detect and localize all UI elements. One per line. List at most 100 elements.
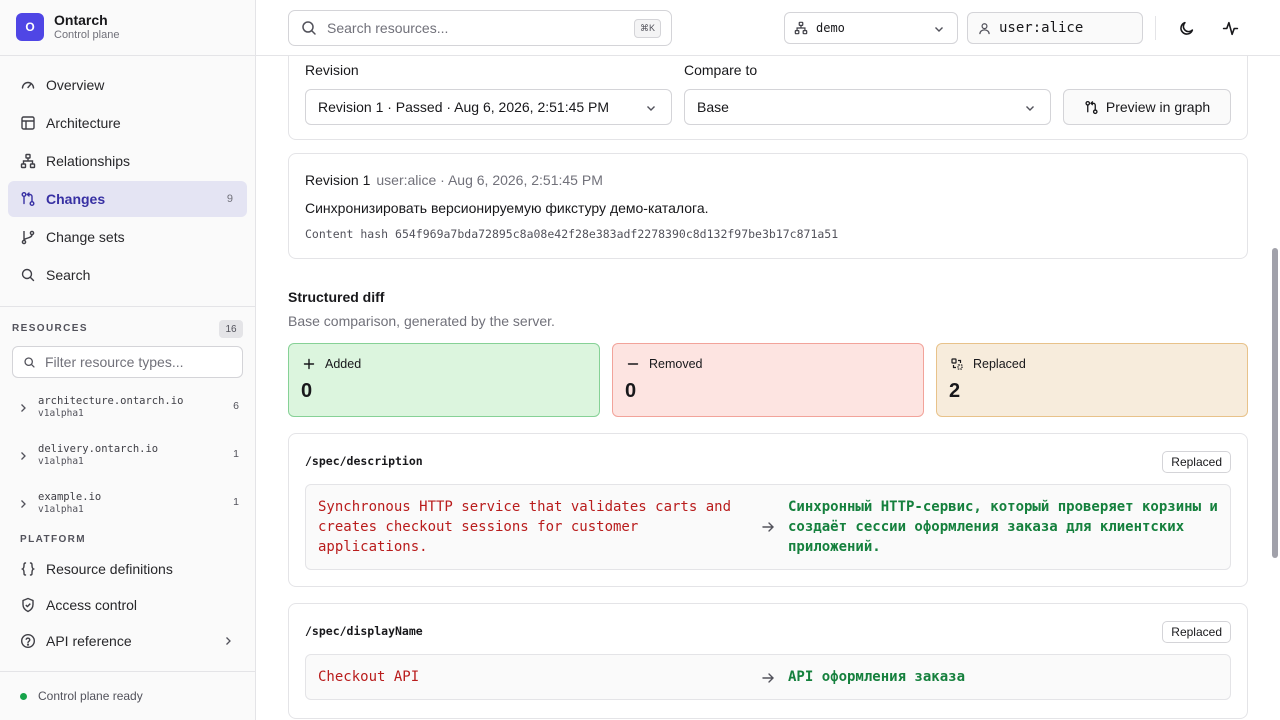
diff-old-value: Checkout API bbox=[318, 669, 420, 685]
platform-heading: PLATFORM bbox=[20, 534, 87, 545]
compare-to-label: Compare to bbox=[684, 62, 758, 78]
replaced-value: 2 bbox=[949, 380, 961, 402]
removed-label: Removed bbox=[649, 357, 703, 371]
revision-message: Синхронизировать версионируемую фикстуру… bbox=[305, 200, 709, 216]
main-scrollbar[interactable] bbox=[1272, 248, 1278, 558]
chevron-right-icon bbox=[21, 500, 26, 508]
chevron-down-icon bbox=[647, 106, 655, 111]
replaced-stat: Replaced 2 bbox=[936, 343, 1248, 417]
search-box[interactable]: ⌘K bbox=[288, 10, 672, 46]
revision-select[interactable]: Revision 1 · Passed · Aug 6, 2026, 2:51:… bbox=[305, 89, 672, 125]
resource-group-architecture[interactable]: architecture.ontarch.io v1alpha1 6 bbox=[12, 390, 243, 430]
search-icon bbox=[24, 356, 35, 368]
removed-value: 0 bbox=[625, 380, 637, 402]
preview-in-graph-button[interactable]: Preview in graph bbox=[1063, 89, 1231, 125]
sidebar: O Ontarch Control plane Overview Archite… bbox=[0, 0, 256, 720]
resource-group-example[interactable]: example.io v1alpha1 1 bbox=[12, 486, 243, 526]
replace-icon bbox=[951, 358, 963, 370]
chevron-right-icon bbox=[21, 452, 26, 460]
context-select[interactable]: demo bbox=[784, 12, 958, 44]
sidebar-divider bbox=[0, 55, 255, 56]
chevron-down-icon bbox=[1026, 106, 1034, 111]
added-label: Added bbox=[325, 357, 362, 371]
resource-group-delivery[interactable]: delivery.ontarch.io v1alpha1 1 bbox=[12, 438, 243, 478]
status-text: Control plane ready bbox=[38, 689, 143, 703]
search-input[interactable] bbox=[327, 20, 617, 36]
diff-new-value: API оформления заказа bbox=[788, 669, 966, 685]
structured-diff-subtitle: Base comparison, generated by the server… bbox=[288, 313, 555, 329]
resource-group-name: example.io bbox=[38, 491, 102, 503]
nav-item-change-sets[interactable]: Change sets bbox=[8, 219, 247, 255]
gauge-icon bbox=[21, 81, 35, 89]
top-bar: ⌘K demo user:alice bbox=[256, 0, 1280, 56]
nav-item-relationships[interactable]: Relationships bbox=[8, 143, 247, 179]
theme-toggle-button[interactable] bbox=[1172, 14, 1200, 42]
diff-values: Synchronous HTTP service that validates … bbox=[305, 484, 1231, 570]
user-field[interactable]: user:alice bbox=[967, 12, 1143, 44]
nav-item-resource-definitions[interactable]: Resource definitions bbox=[8, 551, 247, 587]
structured-diff-title: Structured diff bbox=[288, 289, 385, 305]
minus-icon bbox=[627, 363, 639, 365]
brand[interactable]: O Ontarch Control plane bbox=[16, 12, 119, 42]
revision-label: Revision bbox=[305, 62, 359, 78]
removed-stat-head: Removed bbox=[627, 357, 703, 371]
diff-old-value: Synchronous HTTP service that validates … bbox=[318, 499, 732, 555]
resource-group-name: delivery.ontarch.io bbox=[38, 443, 159, 455]
git-compare-icon bbox=[21, 192, 35, 206]
resource-group-version: v1alpha1 bbox=[38, 456, 84, 467]
git-compare-icon bbox=[1085, 100, 1098, 114]
nav-item-api-reference[interactable]: API reference bbox=[8, 623, 247, 659]
filter-resource-types-input[interactable] bbox=[45, 354, 235, 370]
filter-resource-types[interactable] bbox=[12, 346, 243, 378]
sidebar-divider bbox=[0, 306, 255, 307]
nav-item-access-control[interactable]: Access control bbox=[8, 587, 247, 623]
topbar-separator bbox=[1155, 16, 1156, 40]
nav-label: Resource definitions bbox=[46, 561, 173, 577]
resource-group-version: v1alpha1 bbox=[38, 504, 84, 515]
resource-group-count: 1 bbox=[233, 496, 239, 508]
chevron-right-icon bbox=[21, 404, 26, 412]
resource-group-version: v1alpha1 bbox=[38, 408, 84, 419]
replaced-label: Replaced bbox=[973, 357, 1026, 371]
compare-select-value: Base bbox=[697, 99, 729, 115]
main-nav: Overview Architecture Relationships Chan… bbox=[8, 67, 247, 295]
main-content: Revision Revision 1 · Passed · Aug 6, 20… bbox=[256, 56, 1268, 720]
diff-path: /spec/displayName bbox=[305, 624, 423, 638]
revision-title: Revision 1 bbox=[305, 172, 371, 188]
diff-kind-badge: Replaced bbox=[1162, 621, 1231, 643]
nav-item-search[interactable]: Search bbox=[8, 257, 247, 293]
resources-count-badge: 16 bbox=[219, 320, 243, 338]
search-icon bbox=[21, 268, 35, 282]
revision-select-value: Revision 1 · Passed · Aug 6, 2026, 2:51:… bbox=[318, 99, 610, 115]
nav-label: Search bbox=[46, 267, 91, 283]
git-branch-icon bbox=[21, 230, 35, 245]
nav-label: Relationships bbox=[46, 153, 131, 169]
compare-to-select[interactable]: Base bbox=[684, 89, 1051, 125]
status-dot bbox=[20, 692, 27, 700]
revision-details-card: Revision 1 user:alice · Aug 6, 2026, 2:51… bbox=[288, 153, 1248, 259]
replaced-stat-head: Replaced bbox=[951, 357, 1026, 371]
activity-button[interactable] bbox=[1216, 14, 1244, 42]
nav-item-overview[interactable]: Overview bbox=[8, 67, 247, 103]
brand-name: Ontarch bbox=[54, 12, 108, 28]
nav-item-changes[interactable]: Changes 9 bbox=[8, 181, 247, 217]
content-hash-label: Content hash bbox=[305, 227, 389, 241]
nav-item-architecture[interactable]: Architecture bbox=[8, 105, 247, 141]
revision-meta: user:alice · Aug 6, 2026, 2:51:45 PM bbox=[376, 172, 603, 188]
nav-label: Access control bbox=[46, 597, 138, 613]
chevron-down-icon bbox=[935, 27, 943, 32]
revision-title-row: Revision 1 user:alice · Aug 6, 2026, 2:51… bbox=[305, 172, 603, 188]
arrow-right-icon bbox=[762, 673, 774, 683]
resource-group-name: architecture.ontarch.io bbox=[38, 395, 184, 407]
resource-group-count: 6 bbox=[233, 400, 239, 412]
diff-change-description: /spec/description Replaced Synchronous H… bbox=[288, 433, 1248, 587]
nav-label: Changes bbox=[46, 191, 106, 207]
diff-kind-badge: Replaced bbox=[1162, 451, 1231, 473]
nav-label: Change sets bbox=[46, 229, 125, 245]
added-stat: Added 0 bbox=[288, 343, 600, 417]
removed-stat: Removed 0 bbox=[612, 343, 924, 417]
moon-icon bbox=[1179, 21, 1193, 35]
plus-icon bbox=[303, 358, 315, 370]
sidebar-divider bbox=[0, 671, 255, 672]
search-icon bbox=[302, 21, 316, 35]
